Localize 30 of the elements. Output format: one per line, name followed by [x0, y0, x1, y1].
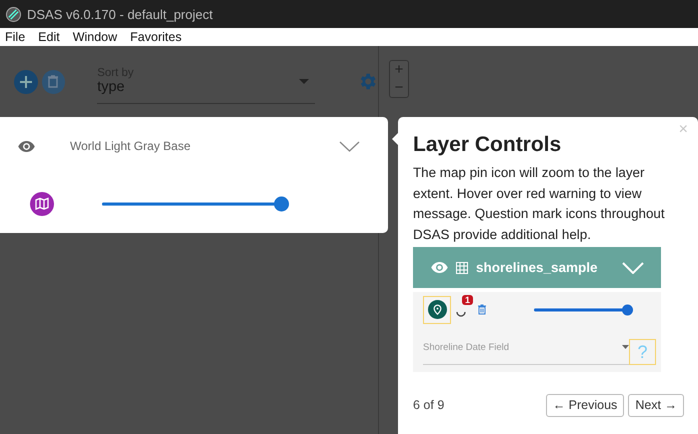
slider-thumb[interactable]	[274, 196, 289, 212]
trash-icon	[47, 75, 60, 88]
caret-icon	[622, 345, 629, 349]
warning-badge: 1	[462, 294, 474, 304]
slider-thumb[interactable]	[622, 304, 633, 315]
caret-icon	[299, 79, 310, 84]
next-button[interactable]: Next →	[628, 394, 684, 416]
chevron-down-icon	[622, 262, 644, 274]
popover-text: The map pin icon will zoom to the layer extent. Hover over red warning to view message. Question mark icons throughout DSAS provide additional help.	[413, 164, 666, 244]
layer-name: World Light Gray Base	[70, 139, 192, 153]
help-icon: ?	[629, 339, 656, 365]
table-icon	[456, 262, 468, 274]
eye-icon	[431, 262, 448, 273]
step-counter: 6 of 9	[413, 398, 444, 412]
chevron-down-icon[interactable]	[339, 140, 360, 152]
menu-item[interactable]: Edit	[38, 30, 60, 44]
trash-icon	[477, 304, 487, 315]
previous-button[interactable]: ← Previous	[546, 394, 624, 416]
window-title: DSAS v6.0.170 - default_project	[27, 6, 213, 22]
example-layer-name: shorelines_sample	[476, 260, 599, 275]
menu-item[interactable]: Window	[72, 30, 118, 44]
menu-item[interactable]: File	[5, 30, 26, 44]
popover-title: Layer Controls	[413, 133, 562, 157]
add-button[interactable]	[14, 70, 38, 94]
menu-item[interactable]: Favorites	[130, 30, 182, 44]
app-logo-icon	[6, 6, 21, 22]
plus-icon	[18, 74, 33, 88]
map-icon[interactable]	[30, 192, 54, 216]
map-pin-icon	[428, 300, 446, 319]
eye-icon[interactable]	[18, 140, 35, 152]
